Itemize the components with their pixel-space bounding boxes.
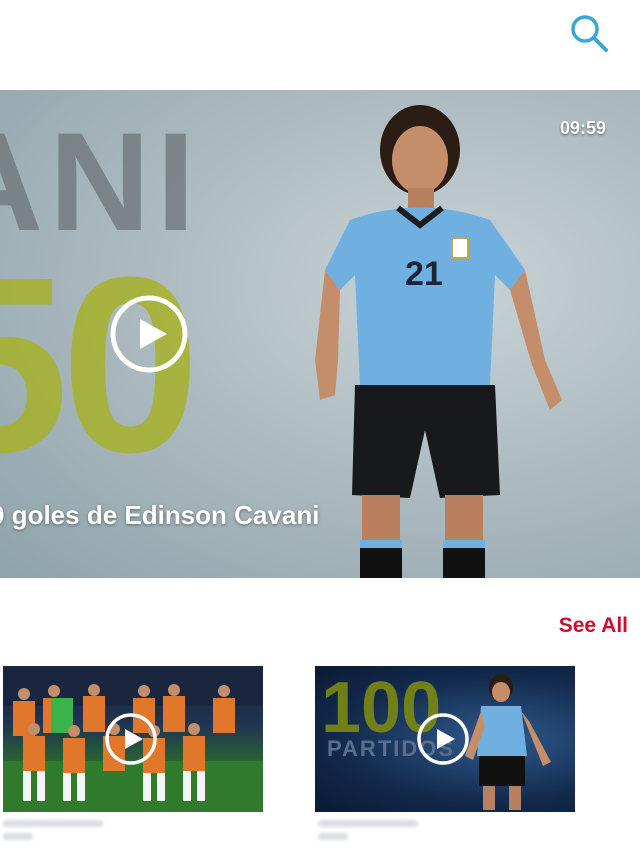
video-duration: 09:59 — [560, 118, 607, 138]
video-card[interactable] — [3, 666, 263, 812]
hero-video[interactable]: ANI 50 21 09:59 0 goles de Edinson Cavan… — [0, 90, 640, 578]
video-card[interactable]: 100 PARTIDOS — [315, 666, 575, 812]
card-caption-placeholder — [3, 820, 123, 850]
card-play-button[interactable] — [416, 712, 470, 766]
search-button[interactable] — [566, 10, 612, 56]
top-bar — [0, 0, 640, 90]
search-icon — [571, 15, 608, 52]
hero-play-button[interactable] — [109, 294, 189, 374]
card-play-button[interactable] — [104, 712, 158, 766]
play-icon — [417, 713, 469, 765]
jersey-number: 21 — [405, 255, 443, 293]
see-all-link[interactable]: See All — [500, 614, 628, 638]
card-caption-placeholder — [318, 820, 438, 850]
play-icon — [110, 295, 188, 373]
play-icon — [105, 713, 157, 765]
hero-title: 0 goles de Edinson Cavani — [0, 500, 320, 530]
